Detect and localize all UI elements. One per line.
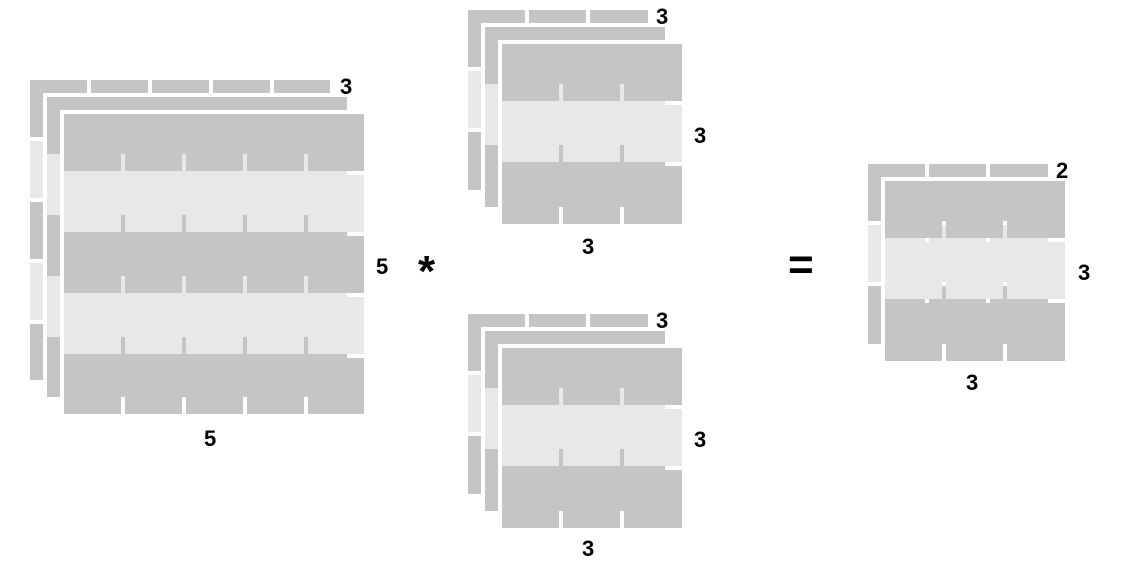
output-height-label: 3 bbox=[1078, 260, 1090, 286]
filter2-height-label: 3 bbox=[694, 427, 706, 453]
output-slice-front bbox=[885, 181, 1065, 361]
input-width-label: 5 bbox=[204, 426, 216, 452]
convolution-diagram: 3 5 5 * bbox=[0, 0, 1126, 566]
filter1-width-label: 3 bbox=[582, 234, 594, 260]
filter1-slice-front bbox=[502, 44, 682, 224]
filter2-depth-label: 3 bbox=[656, 308, 668, 334]
convolve-operator: * bbox=[418, 250, 435, 294]
input-height-label: 5 bbox=[376, 254, 388, 280]
input-depth-label: 3 bbox=[340, 74, 352, 100]
filter1-depth-label: 3 bbox=[656, 4, 668, 30]
input-slice-front bbox=[64, 114, 364, 414]
output-depth-label: 2 bbox=[1056, 158, 1068, 184]
filter2-width-label: 3 bbox=[582, 536, 594, 562]
filter2-slice-front bbox=[502, 348, 682, 528]
filter1-height-label: 3 bbox=[694, 123, 706, 149]
equals-operator: = bbox=[788, 243, 814, 287]
output-width-label: 3 bbox=[966, 370, 978, 396]
